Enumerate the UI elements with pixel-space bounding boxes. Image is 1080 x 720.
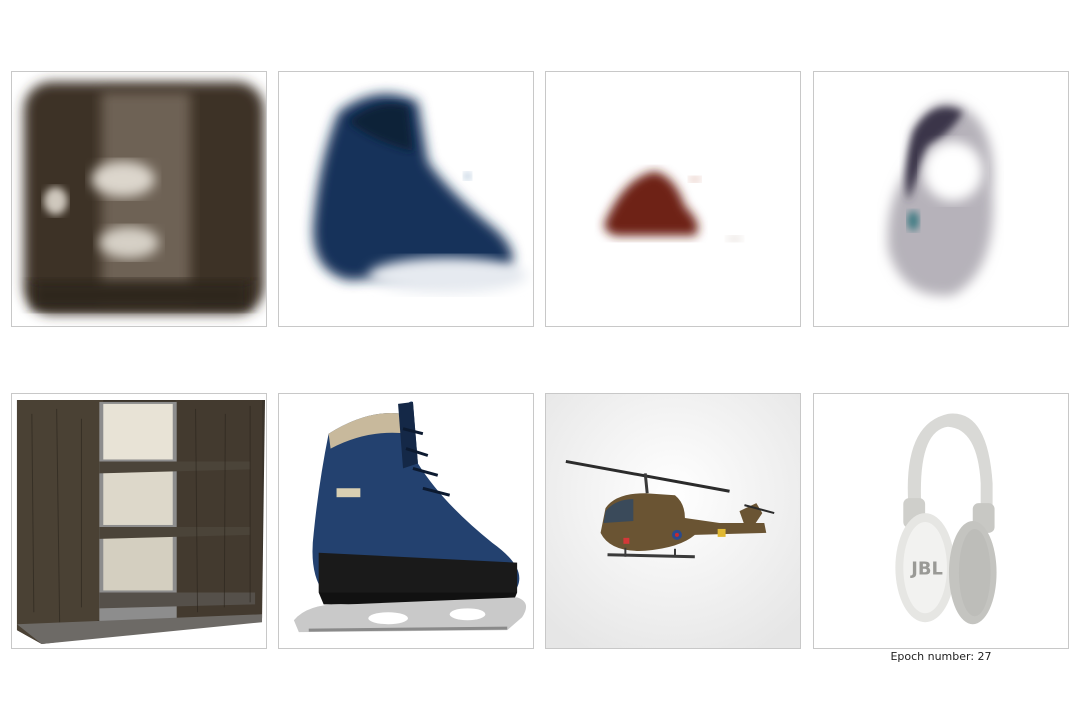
original-image-1 xyxy=(11,393,267,649)
epoch-caption: Epoch number: 27 xyxy=(890,650,992,663)
bookshelf-image xyxy=(12,394,266,648)
blurred-shelf-image xyxy=(12,72,266,326)
reconstruction-image-2 xyxy=(278,71,534,327)
svg-text:JBL: JBL xyxy=(910,559,943,580)
reconstruction-image-4 xyxy=(813,71,1069,327)
blurred-skate-image xyxy=(279,72,533,326)
headphones-image: JBL xyxy=(814,394,1068,648)
reconstruction-image-1 xyxy=(11,71,267,327)
original-image-4: JBL xyxy=(813,393,1069,649)
ice-skate-image xyxy=(279,394,533,648)
original-image-3 xyxy=(545,393,801,649)
original-image-2 xyxy=(278,393,534,649)
reconstruction-image-3 xyxy=(545,71,801,327)
blurred-helicopter-image xyxy=(546,72,800,326)
blurred-headphones-image xyxy=(814,72,1068,326)
toy-helicopter-image xyxy=(546,394,800,648)
